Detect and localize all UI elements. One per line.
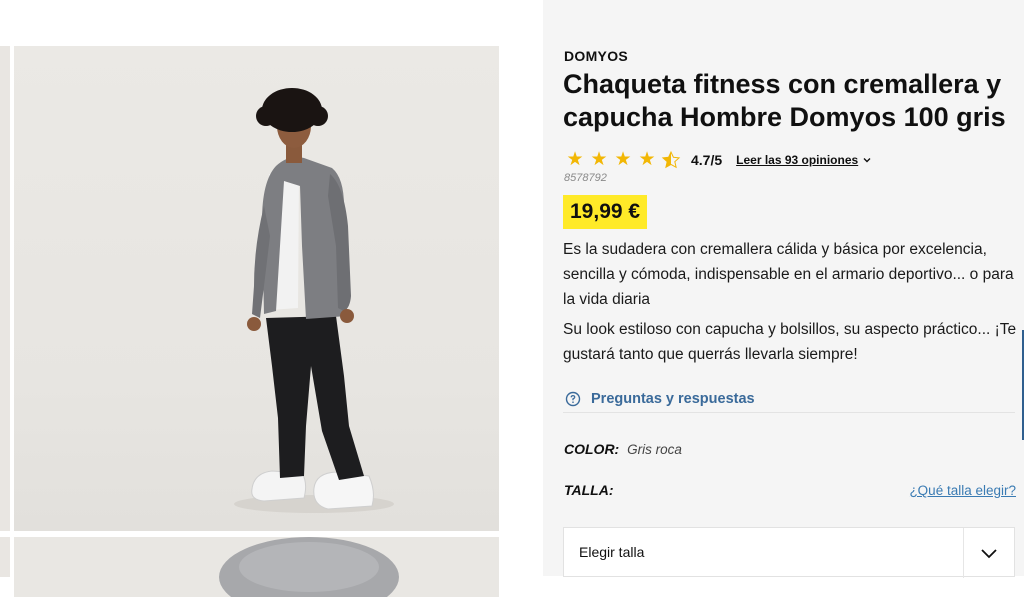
- size-guide-link[interactable]: ¿Qué talla elegir?: [909, 483, 1016, 498]
- question-circle-icon: [565, 391, 581, 406]
- rating-row: ★ ★ ★ ★ 4.7/5 Leer las 93 opiniones: [565, 149, 872, 171]
- thumbnail-strip[interactable]: [0, 46, 10, 577]
- qa-link[interactable]: Preguntas y respuestas: [563, 385, 1015, 413]
- product-info-panel: DOMYOS Chaqueta fitness con cremallera y…: [543, 0, 1024, 578]
- size-select[interactable]: Elegir talla: [563, 527, 1015, 578]
- chevron-down-icon[interactable]: [862, 155, 872, 165]
- star-icon: ★: [638, 149, 656, 170]
- chevron-down-icon[interactable]: [980, 545, 998, 561]
- product-gallery: [0, 0, 543, 597]
- rating-stars: ★ ★ ★ ★: [565, 150, 681, 170]
- star-icon: ★: [590, 149, 608, 170]
- color-row: COLOR: Gris roca: [564, 441, 682, 457]
- description-paragraph: Su look estiloso con capucha y bolsillos…: [563, 321, 1017, 363]
- price-tag: 19,99 €: [563, 195, 648, 229]
- product-secondary-image[interactable]: [14, 537, 499, 597]
- hood-detail-photo: [219, 537, 399, 597]
- qa-label[interactable]: Preguntas y respuestas: [591, 391, 755, 407]
- description-paragraph: Es la sudadera con cremallera cálida y b…: [563, 241, 1014, 308]
- product-title: Chaqueta fitness con cremallera y capuch…: [563, 69, 1006, 132]
- product-main-image[interactable]: [14, 46, 499, 531]
- rating-value: 4.7/5: [691, 152, 723, 168]
- thumbnail[interactable]: [0, 46, 10, 531]
- color-label: COLOR:: [564, 441, 620, 457]
- star-icon: ★: [614, 149, 632, 170]
- size-label: TALLA:: [564, 482, 614, 498]
- half-star-icon: [661, 150, 681, 170]
- brand-name[interactable]: DOMYOS: [564, 48, 628, 64]
- thumbnail[interactable]: [0, 537, 10, 577]
- star-icon: ★: [566, 149, 584, 170]
- model-photo: [234, 88, 394, 513]
- color-value: Gris roca: [627, 442, 682, 457]
- divider: [963, 528, 964, 578]
- product-reference: 8578792: [564, 172, 607, 184]
- reviews-link[interactable]: Leer las 93 opiniones: [736, 153, 858, 167]
- size-select-placeholder[interactable]: Elegir talla: [579, 544, 644, 560]
